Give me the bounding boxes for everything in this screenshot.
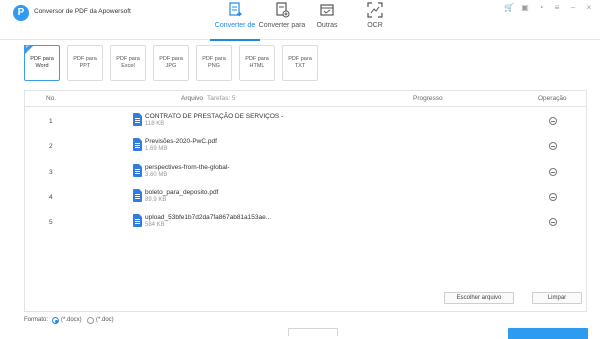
file-size: 3.60 MB: [145, 172, 168, 178]
tile-line1: PDF para: [202, 56, 226, 62]
radio-doc[interactable]: [87, 317, 94, 324]
file-name: CONTRATO DE PRESTAÇÃO DE SERVIÇOS -: [145, 113, 284, 120]
file-name: boleto_para_deposito.pdf: [145, 189, 219, 196]
tile-pdf-to-png[interactable]: PDF para PNG: [196, 45, 232, 81]
word-file-icon: [133, 214, 142, 227]
tile-pdf-to-word[interactable]: ✓ PDF para Word: [24, 44, 60, 81]
gift-icon[interactable]: ▣: [520, 3, 530, 13]
tile-line2: Word: [35, 63, 49, 69]
table-row[interactable]: 3 perspectives-from-the-global- 3.60 MB: [25, 162, 586, 187]
row-number: 4: [49, 194, 53, 201]
tab-outras[interactable]: Outras: [312, 2, 342, 40]
cart-icon[interactable]: 🛒: [504, 3, 514, 13]
table-row[interactable]: 5 upload_53bfe1b7d2da7fa867ab81a153ae...…: [25, 212, 586, 237]
tab-label: Outras: [316, 22, 338, 29]
footer-bar: Formato: (*.docx) (*.doc): [0, 314, 600, 339]
tile-line2: PPT: [79, 63, 91, 69]
row-number: 1: [49, 118, 53, 125]
tile-line1: PDF para: [30, 56, 54, 62]
ocr-scan-icon: [367, 2, 383, 18]
tile-pdf-to-ppt[interactable]: PDF para PPT: [67, 45, 103, 81]
table-row[interactable]: 4 boleto_para_deposito.pdf 89.9 KB: [25, 187, 586, 212]
remove-icon[interactable]: [549, 117, 557, 125]
tile-pdf-to-excel[interactable]: PDF para Excel: [110, 45, 146, 81]
tab-converter-para[interactable]: Converter para: [258, 2, 306, 40]
word-file-icon: [133, 138, 142, 151]
radio-doc-label: (*.doc): [96, 317, 114, 323]
col-file: Arquivo: [181, 95, 204, 102]
radio-docx[interactable]: [52, 317, 59, 324]
output-format-tiles: ✓ PDF para Word PDF para PPT PDF para Ex…: [24, 44, 318, 81]
file-name: upload_53bfe1b7d2da7fa867ab81a153ae...: [145, 214, 272, 221]
row-number: 5: [49, 219, 53, 226]
close-icon[interactable]: ×: [584, 3, 594, 13]
col-progress: Progresso: [413, 95, 443, 102]
tab-converter-de[interactable]: Converter de: [210, 2, 260, 41]
tile-line2: Excel: [121, 63, 135, 69]
tab-ocr[interactable]: OCR: [362, 2, 388, 40]
tile-line1: PDF para: [288, 56, 312, 62]
col-operation: Operação: [538, 95, 567, 102]
tile-line1: PDF para: [159, 56, 183, 62]
check-icon: ✓: [25, 44, 31, 50]
remove-icon[interactable]: [549, 168, 557, 176]
file-size: 584 KB: [145, 222, 165, 228]
title-bar: P Conversor de PDF da Apowersoft Convert…: [0, 0, 600, 41]
tile-pdf-to-txt[interactable]: PDF para TXT: [282, 45, 318, 81]
word-file-icon: [133, 113, 142, 126]
col-no: No.: [46, 95, 57, 102]
tile-line2: TXT: [294, 63, 306, 69]
remove-icon[interactable]: [549, 218, 557, 226]
word-file-icon: [133, 189, 142, 202]
app-logo-icon: P: [13, 5, 29, 21]
choose-file-button[interactable]: Escolher arquivo: [444, 292, 514, 304]
convert-from-icon: [229, 2, 243, 17]
remove-icon[interactable]: [549, 193, 557, 201]
tab-label: OCR: [367, 22, 383, 29]
tile-pdf-to-html[interactable]: PDF para HTML: [239, 45, 275, 81]
convert-button[interactable]: [508, 328, 588, 339]
remove-icon[interactable]: [549, 142, 557, 150]
convert-to-icon: [276, 2, 290, 18]
table-row[interactable]: 1 CONTRATO DE PRESTAÇÃO DE SERVIÇOS - 11…: [25, 111, 586, 136]
tab-label: Converter para: [258, 22, 306, 29]
minimize-icon[interactable]: –: [568, 3, 578, 13]
file-name: perspectives-from-the-global-: [145, 164, 230, 171]
file-size: 89.9 KB: [145, 197, 167, 203]
row-number: 2: [49, 143, 53, 150]
tasks-count: Tarefas: 5: [207, 95, 236, 102]
file-size: 118 KB: [145, 121, 165, 127]
row-number: 3: [49, 169, 53, 176]
file-size: 1.69 MB: [145, 146, 168, 152]
bell-icon[interactable]: ◔: [536, 3, 546, 13]
tools-icon: [320, 4, 334, 16]
format-label: Formato:: [24, 317, 49, 323]
tile-line2: JPG: [165, 63, 177, 69]
clear-button[interactable]: Limpar: [532, 292, 582, 304]
table-row[interactable]: 2 Previsões-2020-PwC.pdf 1.69 MB: [25, 136, 586, 161]
file-name: Previsões-2020-PwC.pdf: [145, 138, 217, 145]
tile-line1: PDF para: [245, 56, 269, 62]
secondary-button[interactable]: [288, 328, 338, 336]
table-header: No. Arquivo Tarefas: 5 Progresso Operaçã…: [25, 91, 586, 107]
tile-line2: HTML: [249, 63, 265, 69]
tile-line1: PDF para: [73, 56, 97, 62]
menu-icon[interactable]: ≡: [552, 3, 562, 13]
radio-docx-label: (*.docx): [61, 317, 82, 323]
window-controls: 🛒 ▣ ◔ ≡ – ×: [504, 3, 594, 13]
tile-pdf-to-jpg[interactable]: PDF para JPG: [153, 45, 189, 81]
app-title: Conversor de PDF da Apowersoft: [34, 8, 131, 15]
file-table: No. Arquivo Tarefas: 5 Progresso Operaçã…: [24, 90, 587, 312]
word-file-icon: [133, 164, 142, 177]
tile-line2: PNG: [208, 63, 220, 69]
tab-label: Converter de: [214, 22, 256, 29]
tile-line1: PDF para: [116, 56, 140, 62]
